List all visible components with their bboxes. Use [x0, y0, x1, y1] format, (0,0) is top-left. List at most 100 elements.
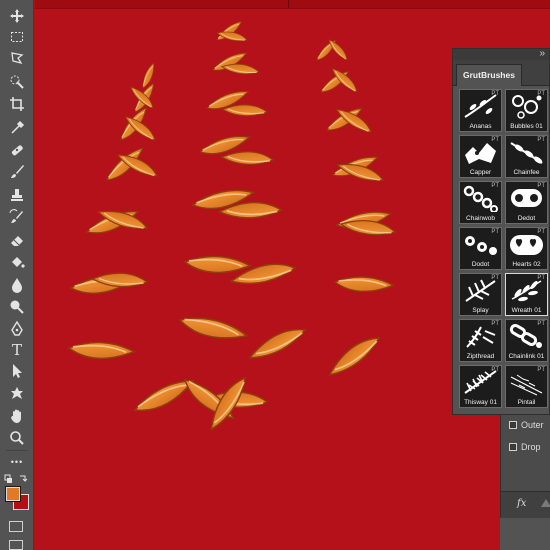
brushes-panel: » GrutBrushes PT Ananas PT Bubbles 01 PT…	[452, 48, 550, 415]
chainwob-brush-icon	[463, 185, 498, 212]
brush-badge: PT	[491, 321, 499, 327]
blur-tool-icon[interactable]	[5, 275, 29, 295]
effect-label: Drop	[521, 442, 541, 452]
clone-stamp-tool-icon[interactable]	[5, 185, 29, 205]
quick-selection-tool-icon[interactable]	[5, 72, 29, 92]
wreath-brush-icon	[511, 280, 542, 302]
effect-checkbox[interactable]	[509, 443, 517, 451]
zoom-tool-icon[interactable]	[5, 428, 29, 448]
move-up-icon[interactable]	[541, 499, 550, 507]
brush-badge: PT	[491, 137, 499, 143]
path-selection-tool-icon[interactable]	[5, 361, 29, 381]
brush-badge: PT	[491, 91, 499, 97]
crop-tool-icon[interactable]	[5, 94, 29, 114]
capper-brush-icon	[465, 143, 496, 164]
brush-tool-icon[interactable]	[5, 162, 29, 182]
zipthread-brush-icon	[466, 326, 496, 348]
brush-preset-wreath-01[interactable]: PT Wreath 01	[505, 273, 548, 316]
brush-label: Ananas	[469, 123, 492, 130]
layer-style-panel: Outer Drop fx	[500, 415, 550, 518]
marquee-tool-icon[interactable]	[5, 27, 29, 47]
tab-grutbrushes[interactable]: GrutBrushes	[456, 64, 522, 86]
brush-preset-ananas[interactable]: PT Ananas	[459, 89, 502, 132]
hand-tool-icon[interactable]	[5, 406, 29, 426]
brush-label: Bubbles 01	[510, 123, 543, 130]
effect-row-outer-glow[interactable]: Outer	[509, 418, 544, 432]
brush-preset-chainwob[interactable]: PT Chainwob	[459, 181, 502, 224]
brush-preset-chainlink-01[interactable]: PT Chainlink 01	[505, 319, 548, 362]
brush-badge: PT	[491, 367, 499, 373]
brush-badge: PT	[537, 183, 545, 189]
brush-badge: PT	[537, 321, 545, 327]
brush-badge: PT	[491, 275, 499, 281]
pen-tool-icon[interactable]	[5, 319, 29, 339]
brush-label: Chainwob	[466, 215, 495, 222]
pintail-brush-icon	[510, 374, 543, 396]
brush-label: Chainlink 01	[508, 353, 545, 360]
layer-panel-footer: fx	[501, 491, 550, 518]
bubbles-brush-icon	[512, 95, 542, 119]
brush-preset-grid: PT Ananas PT Bubbles 01 PT Capper PT Cha…	[459, 89, 549, 408]
toolbar-divider	[6, 450, 28, 451]
foreground-color-swatch[interactable]	[5, 486, 21, 502]
brush-preset-splay[interactable]: PT Splay	[459, 273, 502, 316]
type-tool-icon[interactable]: T	[5, 340, 29, 360]
brush-label: Hearts 02	[512, 261, 541, 268]
brush-badge: PT	[491, 183, 499, 189]
effect-checkbox[interactable]	[509, 421, 517, 429]
eyedropper-tool-icon[interactable]	[5, 118, 29, 138]
canvas-strip-divider	[288, 0, 289, 8]
panel-header-bar: »	[453, 48, 549, 60]
effect-row-drop-shadow[interactable]: Drop	[509, 440, 541, 454]
brush-preset-dedot[interactable]: PT Dedot	[505, 181, 548, 224]
brush-label: Capper	[469, 169, 492, 176]
fx-button[interactable]: fx	[517, 498, 526, 509]
brush-preset-hearts-02[interactable]: PT Hearts 02	[505, 227, 548, 270]
more-tools-icon[interactable]: •••	[5, 452, 29, 472]
tools-panel: T •••	[0, 0, 34, 550]
chainfee-brush-icon	[510, 142, 543, 164]
brush-label: Thisway 01	[464, 399, 497, 406]
history-brush-tool-icon[interactable]	[5, 207, 29, 227]
hearts-brush-icon	[510, 235, 543, 255]
lasso-tool-icon[interactable]	[5, 48, 29, 68]
brush-badge: PT	[537, 367, 545, 373]
move-tool-icon[interactable]	[5, 6, 29, 26]
effect-label: Outer	[521, 420, 544, 430]
brush-badge: PT	[537, 229, 545, 235]
brush-label: Splay	[472, 307, 489, 314]
canvas-top-strip	[35, 0, 550, 9]
brush-label: Wreath 01	[511, 307, 542, 314]
custom-shape-tool-icon[interactable]	[5, 384, 29, 404]
healing-brush-tool-icon[interactable]	[5, 140, 29, 160]
ananas-brush-icon	[464, 94, 497, 118]
brush-preset-pintail[interactable]: PT Pintail	[505, 365, 548, 408]
brush-badge: PT	[491, 229, 499, 235]
panel-tab-row: GrutBrushes	[453, 60, 549, 86]
brush-badge: PT	[537, 275, 545, 281]
brush-label: Zipthread	[466, 353, 495, 360]
brush-badge: PT	[537, 137, 545, 143]
chainlink-brush-icon	[509, 324, 542, 348]
brush-badge: PT	[537, 91, 545, 97]
dodge-tool-icon[interactable]	[5, 297, 29, 317]
brush-preset-bubbles-01[interactable]: PT Bubbles 01	[505, 89, 548, 132]
quick-mask-icon[interactable]	[9, 521, 23, 532]
brush-preset-thisway-01[interactable]: PT Thisway 01	[459, 365, 502, 408]
brush-preset-dodot[interactable]: PT Dodot	[459, 227, 502, 270]
panel-bottom-strip	[500, 518, 550, 550]
eraser-tool-icon[interactable]	[5, 230, 29, 250]
brush-label: Pintail	[517, 399, 536, 406]
brush-preset-capper[interactable]: PT Capper	[459, 135, 502, 178]
brush-preset-zipthread[interactable]: PT Zipthread	[459, 319, 502, 362]
double-chevron-right-icon[interactable]: »	[539, 48, 545, 59]
paint-bucket-tool-icon[interactable]	[5, 252, 29, 272]
brush-label: Dedot	[517, 215, 536, 222]
brush-label: Dodot	[471, 261, 490, 268]
brush-preset-chainfee[interactable]: PT Chainfee	[505, 135, 548, 178]
dodot-brush-icon	[465, 236, 497, 255]
splay-brush-icon	[465, 279, 496, 302]
screen-mode-icon[interactable]	[9, 540, 23, 550]
thisway-brush-icon	[464, 370, 497, 394]
dedot-brush-icon	[511, 189, 542, 207]
